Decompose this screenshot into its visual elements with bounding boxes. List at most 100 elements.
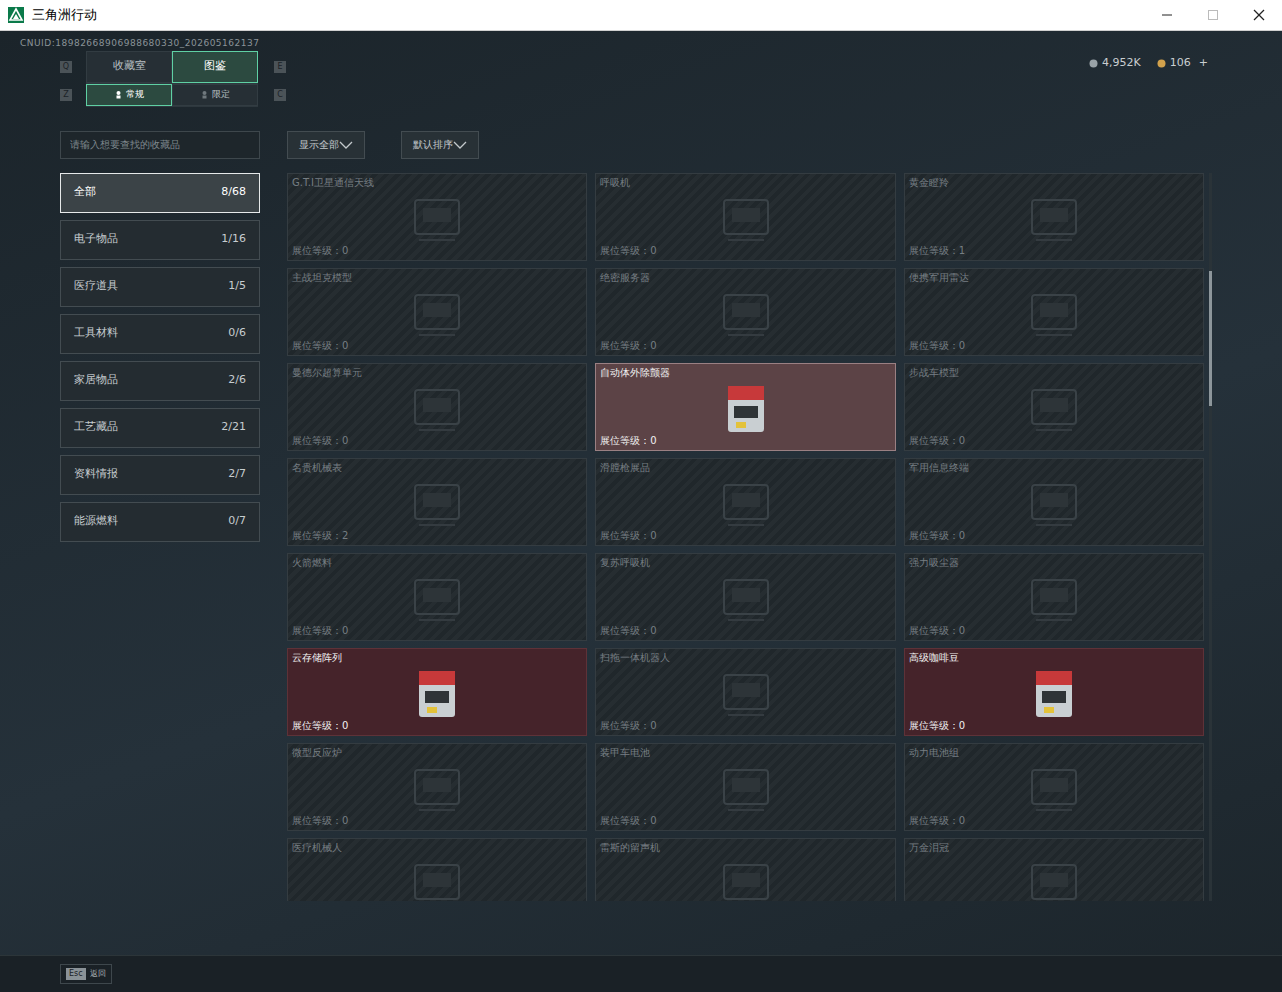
booth-level: 展位等级：0 [600, 814, 890, 828]
item-name: 火箭燃料 [292, 556, 582, 570]
category-count: 2/21 [221, 419, 246, 436]
currency: 4,952K [1089, 55, 1141, 72]
item-name: 名贵机械表 [292, 461, 582, 475]
item-image-icon [698, 473, 794, 533]
tab[interactable]: 限定 [172, 84, 258, 106]
window-button[interactable] [1144, 0, 1190, 30]
category-item[interactable]: 医疗道具 1/5 [60, 267, 260, 307]
search-field[interactable] [60, 131, 260, 159]
collection-item[interactable]: 火箭燃料展位等级：0 [287, 553, 587, 641]
category-item[interactable]: 资料情报2/7 [60, 455, 260, 495]
filter-dropdown[interactable]: 显示全部 [287, 131, 365, 159]
booth-level: 展位等级：0 [600, 244, 890, 258]
collection-item[interactable]: 黄金瞪羚展位等级：1 [904, 173, 1204, 261]
collection-item[interactable]: 呼吸机展位等级：0 [595, 173, 895, 261]
collection-item[interactable]: 复苏呼吸机展位等级：0 [595, 553, 895, 641]
item-name: 曼德尔超算单元 [292, 366, 582, 380]
collection-item[interactable]: 主战坦克模型展位等级：0 [287, 268, 587, 356]
item-image-icon [389, 663, 485, 723]
collection-item[interactable]: 自动体外除颤器展位等级：0 [595, 363, 895, 451]
category-label: 电子物品 [74, 231, 118, 248]
item-name: 步战车模型 [909, 366, 1199, 380]
collection-item[interactable]: 曼德尔超算单元展位等级：0 [287, 363, 587, 451]
tab[interactable]: 常规 [86, 84, 172, 106]
category-item[interactable]: 工艺藏品2/21 [60, 408, 260, 448]
silver-coin-icon [1089, 59, 1098, 68]
booth-level: 展位等级：2 [292, 529, 582, 543]
item-name: 滑膛枪展品 [600, 461, 890, 475]
tabs: 收藏室 图鉴 [86, 51, 258, 84]
item-name: 动力电池组 [909, 746, 1199, 760]
item-name: 复苏呼吸机 [600, 556, 890, 570]
item-name: 万金泪冠 [909, 841, 1199, 855]
item-name: 装甲车电池 [600, 746, 890, 760]
tab-icon [200, 90, 209, 99]
category-count: 0/6 [228, 325, 246, 342]
tab-label: 图鉴 [204, 58, 226, 75]
category-label: 全部 [74, 184, 96, 201]
category-item[interactable]: 家居物品2/6 [60, 361, 260, 401]
filter-row: 显示全部 默认排序 [287, 131, 1212, 159]
collection-item[interactable]: 装甲车电池展位等级：0 [595, 743, 895, 831]
back-label: 返回 [90, 968, 106, 980]
collection-item[interactable]: 高级咖啡豆展位等级：0 [904, 648, 1204, 736]
add-currency-button[interactable]: + [1199, 55, 1208, 72]
currency-value: 106 [1170, 55, 1191, 72]
dropdown-label: 默认排序 [413, 137, 453, 152]
collection-item[interactable]: 医疗机械人 [287, 838, 587, 901]
booth-level: 展位等级：0 [909, 624, 1199, 638]
booth-level: 展位等级：0 [292, 434, 582, 448]
category-item[interactable]: 工具材料 0/6 [60, 314, 260, 354]
booth-level: 展位等级：0 [600, 719, 890, 733]
category-item[interactable]: 电子物品1/16 [60, 220, 260, 260]
item-image-icon [389, 473, 485, 533]
item-image-icon [698, 568, 794, 628]
tab-row: Z常规限定C [60, 84, 286, 107]
game-area: CNUID:18982668906988680330_202605162137Q… [0, 31, 1282, 992]
title-bar: 三角洲行动 [0, 0, 1282, 31]
filter-dropdown[interactable]: 默认排序 [401, 131, 479, 159]
window-button[interactable] [1236, 0, 1282, 30]
collection-item[interactable]: 便携军用雷达展位等级：0 [904, 268, 1204, 356]
collection-item[interactable]: 万金泪冠 [904, 838, 1204, 901]
sidebar: 全部8/68 电子物品1/16 医疗道具 1/5 工具材料 0/6 家居物品2/6 工艺藏品2… [60, 131, 260, 901]
category-count: 1/5 [228, 278, 246, 295]
tab-icon [114, 90, 123, 99]
collection-item[interactable]: 军用信息终端展位等级：0 [904, 458, 1204, 546]
booth-level: 展位等级：0 [600, 434, 890, 448]
collection-item[interactable]: 雷斯的留声机 [595, 838, 895, 901]
item-name: 高级咖啡豆 [909, 651, 1199, 665]
collection-item[interactable]: G.T.I卫星通信天线展位等级：0 [287, 173, 587, 261]
tab[interactable]: 收藏室 [86, 51, 172, 83]
prev-key-hint: Q [60, 61, 72, 73]
scrollbar-thumb[interactable] [1209, 271, 1212, 406]
tab[interactable]: 图鉴 [172, 51, 258, 83]
collection-item[interactable]: 强力吸尘器展位等级：0 [904, 553, 1204, 641]
category-item[interactable]: 能源燃料0/7 [60, 502, 260, 542]
collection-item[interactable]: 步战车模型展位等级：0 [904, 363, 1204, 451]
back-button[interactable]: Esc返回 [60, 964, 112, 984]
category-item[interactable]: 全部8/68 [60, 173, 260, 213]
item-image-icon [1006, 568, 1102, 628]
header: CNUID:18982668906988680330_202605162137Q… [0, 31, 1282, 107]
scrollbar[interactable] [1209, 173, 1212, 901]
collection-item[interactable]: 绝密服务器展位等级：0 [595, 268, 895, 356]
category-list: 全部8/68 电子物品1/16 医疗道具 1/5 工具材料 0/6 家居物品2/6 工艺藏品2… [60, 173, 260, 542]
item-name: 雷斯的留声机 [600, 841, 890, 855]
category-label: 工具材料 [74, 325, 118, 342]
collection-item[interactable]: 云存储阵列展位等级：0 [287, 648, 587, 736]
collection-item[interactable]: 名贵机械表展位等级：2 [287, 458, 587, 546]
collection-item[interactable]: 滑膛枪展品展位等级：0 [595, 458, 895, 546]
tab-row: Q收藏室图鉴E [60, 51, 286, 84]
tab-label: 常规 [126, 88, 144, 102]
collection-item[interactable]: 动力电池组展位等级：0 [904, 743, 1204, 831]
currency-value: 4,952K [1102, 55, 1141, 72]
item-name: 云存储阵列 [292, 651, 582, 665]
category-label: 医疗道具 [74, 278, 118, 295]
collection-item[interactable]: 微型反应炉展位等级：0 [287, 743, 587, 831]
item-image-icon [698, 853, 794, 901]
booth-level: 展位等级：0 [600, 529, 890, 543]
window-button[interactable] [1190, 0, 1236, 30]
collection-item[interactable]: 扫拖一体机器人展位等级：0 [595, 648, 895, 736]
item-image-icon [389, 188, 485, 248]
